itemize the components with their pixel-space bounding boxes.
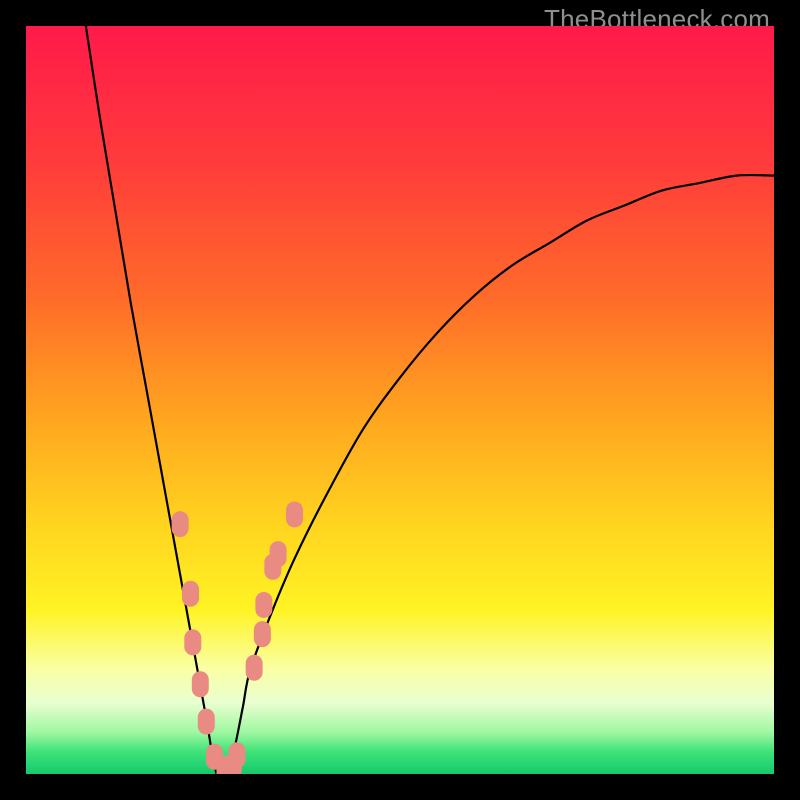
data-point-marker	[172, 511, 189, 537]
chart-plot-area	[26, 26, 774, 774]
data-point-marker	[198, 709, 215, 735]
data-point-marker	[228, 742, 245, 768]
gradient-background	[26, 26, 774, 774]
data-point-marker	[255, 592, 272, 618]
data-point-marker	[184, 629, 201, 655]
data-point-marker	[254, 621, 271, 647]
data-point-marker	[246, 655, 263, 681]
bottleneck-chart	[26, 26, 774, 774]
data-point-marker	[182, 581, 199, 607]
data-point-marker	[286, 501, 303, 527]
data-point-marker	[192, 671, 209, 697]
data-point-marker	[270, 541, 287, 567]
